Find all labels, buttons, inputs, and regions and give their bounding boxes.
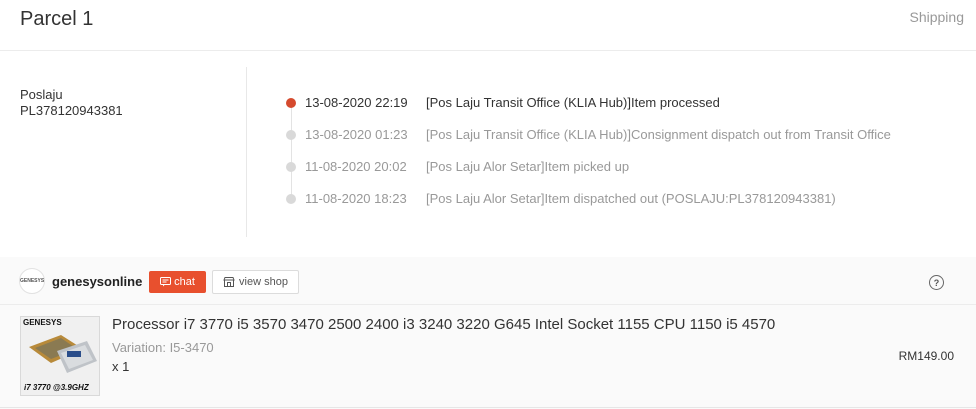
shipping-status-label: Shipping [909,9,965,25]
timeline-dot [286,194,296,204]
event-time: 11-08-2020 18:23 [305,191,407,206]
product-quantity: x 1 [112,359,130,374]
shop-logo[interactable]: GENESYS [19,268,45,294]
parcel-title: Parcel 1 [20,8,94,30]
event-description: [Pos Laju Alor Setar]Item dispatched out… [426,191,836,206]
timeline-dot-active [286,98,296,108]
chat-button-label: chat [174,276,195,288]
event-time: 13-08-2020 22:19 [305,95,408,110]
timeline-dot [286,162,296,172]
product-image-brand: GENESYS [23,318,62,327]
tracking-number: PL378120943381 [20,103,123,118]
product-title[interactable]: Processor i7 3770 i5 3570 3470 2500 2400… [112,316,775,333]
courier-name: Poslaju [20,87,63,102]
event-time: 13-08-2020 01:23 [305,127,408,142]
order-item-section: GENESYS genesysonline chat view shop ? G… [0,257,976,409]
chat-button[interactable]: chat [149,271,206,293]
shop-name[interactable]: genesysonline [52,274,142,289]
shop-bar: GENESYS genesysonline chat view shop ? [0,257,976,305]
timeline-dot [286,130,296,140]
product-price: RM149.00 [898,349,954,363]
courier-info: Poslaju PL378120943381 [20,87,123,119]
view-shop-label: view shop [239,276,288,288]
product-image-spec: i7 3770 @3.9GHZ [24,383,89,392]
event-description: [Pos Laju Alor Setar]Item picked up [426,159,630,174]
view-shop-button[interactable]: view shop [212,270,299,294]
product-variation: Variation: I5-3470 [112,340,214,355]
event-description: [Pos Laju Transit Office (KLIA Hub)]Cons… [426,127,891,142]
timeline-line [291,103,292,200]
divider [246,67,247,237]
event-time: 11-08-2020 20:02 [305,159,407,174]
event-description: [Pos Laju Transit Office (KLIA Hub)]Item… [426,95,720,110]
parcel-header: Parcel 1 Shipping [0,0,976,51]
product-image[interactable]: GENESYS i7 3770 @3.9GHZ [20,316,100,396]
chat-icon [160,277,172,287]
divider [0,407,976,408]
help-icon[interactable]: ? [929,275,944,290]
shop-icon [223,277,235,287]
